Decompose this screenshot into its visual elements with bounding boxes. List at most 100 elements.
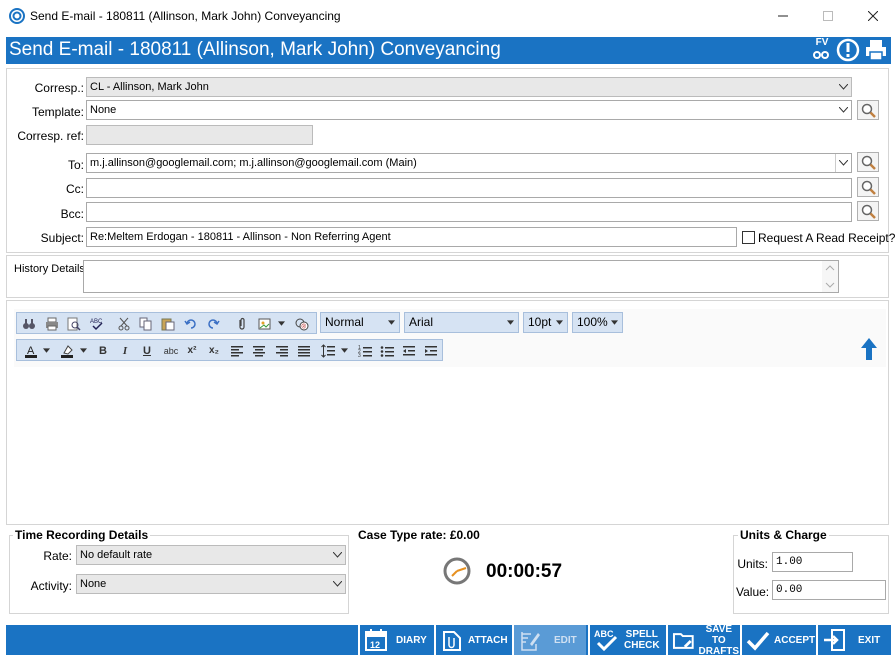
subscript-button[interactable]: x₂ xyxy=(205,342,223,359)
template-search-button[interactable] xyxy=(857,100,879,120)
bullet-list-button[interactable] xyxy=(378,342,396,359)
calendar-icon: 12 xyxy=(365,629,387,651)
to-field[interactable]: m.j.allinson@googlemail.com; m.j.allinso… xyxy=(86,153,852,173)
template-select[interactable]: None xyxy=(86,100,852,120)
corresp-value: CL - Allinson, Mark John xyxy=(90,81,209,93)
underline-button[interactable]: U xyxy=(138,342,156,359)
superscript-button[interactable]: x² xyxy=(183,342,201,359)
chevron-down-icon xyxy=(835,101,851,119)
printer-icon xyxy=(46,317,58,330)
email-body-editor[interactable] xyxy=(14,368,886,522)
search-icon xyxy=(861,155,876,170)
font-family-select[interactable]: Arial xyxy=(404,312,519,333)
copy-button[interactable] xyxy=(137,315,155,332)
corresp-ref-field[interactable] xyxy=(86,125,313,145)
stopwatch-icon[interactable] xyxy=(442,556,472,586)
attach-button[interactable] xyxy=(233,315,251,332)
activity-label: Activity: xyxy=(30,579,72,593)
highlight-dropdown[interactable] xyxy=(78,342,88,359)
zoom-select[interactable]: 100% xyxy=(572,312,623,333)
activity-select[interactable]: None xyxy=(76,574,346,594)
save-to-drafts-label-line1: SAVE TO xyxy=(705,623,733,646)
scroll-to-top-icon[interactable] xyxy=(860,337,878,361)
strikethrough-button[interactable]: abc xyxy=(160,342,182,359)
image-dropdown[interactable] xyxy=(276,315,286,332)
spell-check-button[interactable]: ABC SPELL CHECK xyxy=(588,625,666,655)
bcc-field[interactable] xyxy=(86,202,852,222)
paste-button[interactable] xyxy=(159,315,177,332)
decrease-indent-button[interactable] xyxy=(400,342,418,359)
to-label: To: xyxy=(67,158,84,172)
printer-icon[interactable] xyxy=(864,38,888,62)
align-right-button[interactable] xyxy=(273,342,291,359)
minimize-button[interactable] xyxy=(760,0,805,32)
cc-field[interactable] xyxy=(86,178,852,198)
units-charge-title: Units & Charge xyxy=(738,528,829,542)
folder-icon xyxy=(672,633,694,649)
attach-file-button[interactable]: ATTACH xyxy=(434,625,510,655)
increase-indent-button[interactable] xyxy=(422,342,440,359)
accept-button[interactable]: ACCEPT xyxy=(740,625,816,655)
maximize-button[interactable] xyxy=(805,0,850,32)
spell-check-label-line1: SPELL xyxy=(625,629,658,640)
find-button[interactable] xyxy=(20,315,38,332)
print-preview-button[interactable] xyxy=(65,315,83,332)
line-spacing-button[interactable] xyxy=(319,342,337,359)
insert-symbol-button[interactable]: ® xyxy=(293,315,311,332)
search-icon xyxy=(861,103,876,118)
print-button[interactable] xyxy=(43,315,61,332)
minimize-icon xyxy=(777,15,788,17)
insert-image-button[interactable] xyxy=(256,315,274,332)
font-color-button[interactable]: A xyxy=(21,342,41,359)
subject-label: Subject: xyxy=(40,231,84,245)
elapsed-timer: 00:00:57 xyxy=(486,561,563,582)
caret-down-icon xyxy=(277,321,285,326)
attach-label: ATTACH xyxy=(468,634,508,646)
zoom-value: 100% xyxy=(577,315,608,329)
close-button[interactable] xyxy=(850,0,895,32)
alert-icon[interactable] xyxy=(836,38,860,62)
bold-button[interactable]: B xyxy=(94,342,112,359)
chevron-down-icon xyxy=(329,575,345,593)
fv-binoculars-button[interactable]: FV xyxy=(812,37,832,64)
undo-button[interactable] xyxy=(182,315,200,332)
font-size-select[interactable]: 10pt xyxy=(523,312,568,333)
subject-field[interactable]: Re:Meltem Erdogan - 180811 - Allinson - … xyxy=(86,227,737,247)
corresp-select[interactable]: CL - Allinson, Mark John xyxy=(86,77,852,97)
outdent-icon xyxy=(403,345,415,355)
font-color-icon: A xyxy=(25,345,37,358)
search-icon xyxy=(861,204,876,219)
highlight-button[interactable] xyxy=(57,342,77,359)
value-field[interactable]: 0.00 xyxy=(772,580,886,600)
redo-button[interactable] xyxy=(204,315,222,332)
diary-label: DIARY xyxy=(396,634,427,646)
italic-button[interactable]: I xyxy=(116,342,134,359)
page-title: Send E-mail - 180811 (Allinson, Mark Joh… xyxy=(9,39,501,60)
align-center-button[interactable] xyxy=(250,342,268,359)
exit-button[interactable]: EXIT xyxy=(816,625,891,655)
spell-check-label-line2: CHECK xyxy=(624,640,660,651)
justify-button[interactable] xyxy=(295,342,313,359)
units-field[interactable]: 1.00 xyxy=(772,552,853,572)
save-to-drafts-button[interactable]: SAVE TO DRAFTS xyxy=(666,623,740,657)
highlighter-icon xyxy=(61,344,73,358)
template-value: None xyxy=(90,104,117,116)
cc-search-button[interactable] xyxy=(857,177,879,197)
edit-button[interactable]: EDIT xyxy=(512,625,586,655)
history-textarea[interactable] xyxy=(83,260,839,293)
rate-select[interactable]: No default rate xyxy=(76,545,346,565)
cut-button[interactable] xyxy=(115,315,133,332)
spellcheck-button[interactable]: ABC xyxy=(88,315,106,332)
numbered-list-button[interactable]: 123 xyxy=(356,342,374,359)
paragraph-style-select[interactable]: Normal xyxy=(320,312,400,333)
caret-down-icon xyxy=(79,348,87,353)
font-color-dropdown[interactable] xyxy=(41,342,51,359)
binoculars-icon xyxy=(23,318,35,329)
history-scrollbar[interactable] xyxy=(822,261,838,292)
diary-button[interactable]: 12 DIARY xyxy=(358,625,432,655)
to-search-button[interactable] xyxy=(857,152,879,172)
read-receipt-checkbox[interactable] xyxy=(742,231,755,244)
bcc-search-button[interactable] xyxy=(857,201,879,221)
line-spacing-dropdown[interactable] xyxy=(339,342,349,359)
align-left-button[interactable] xyxy=(228,342,246,359)
